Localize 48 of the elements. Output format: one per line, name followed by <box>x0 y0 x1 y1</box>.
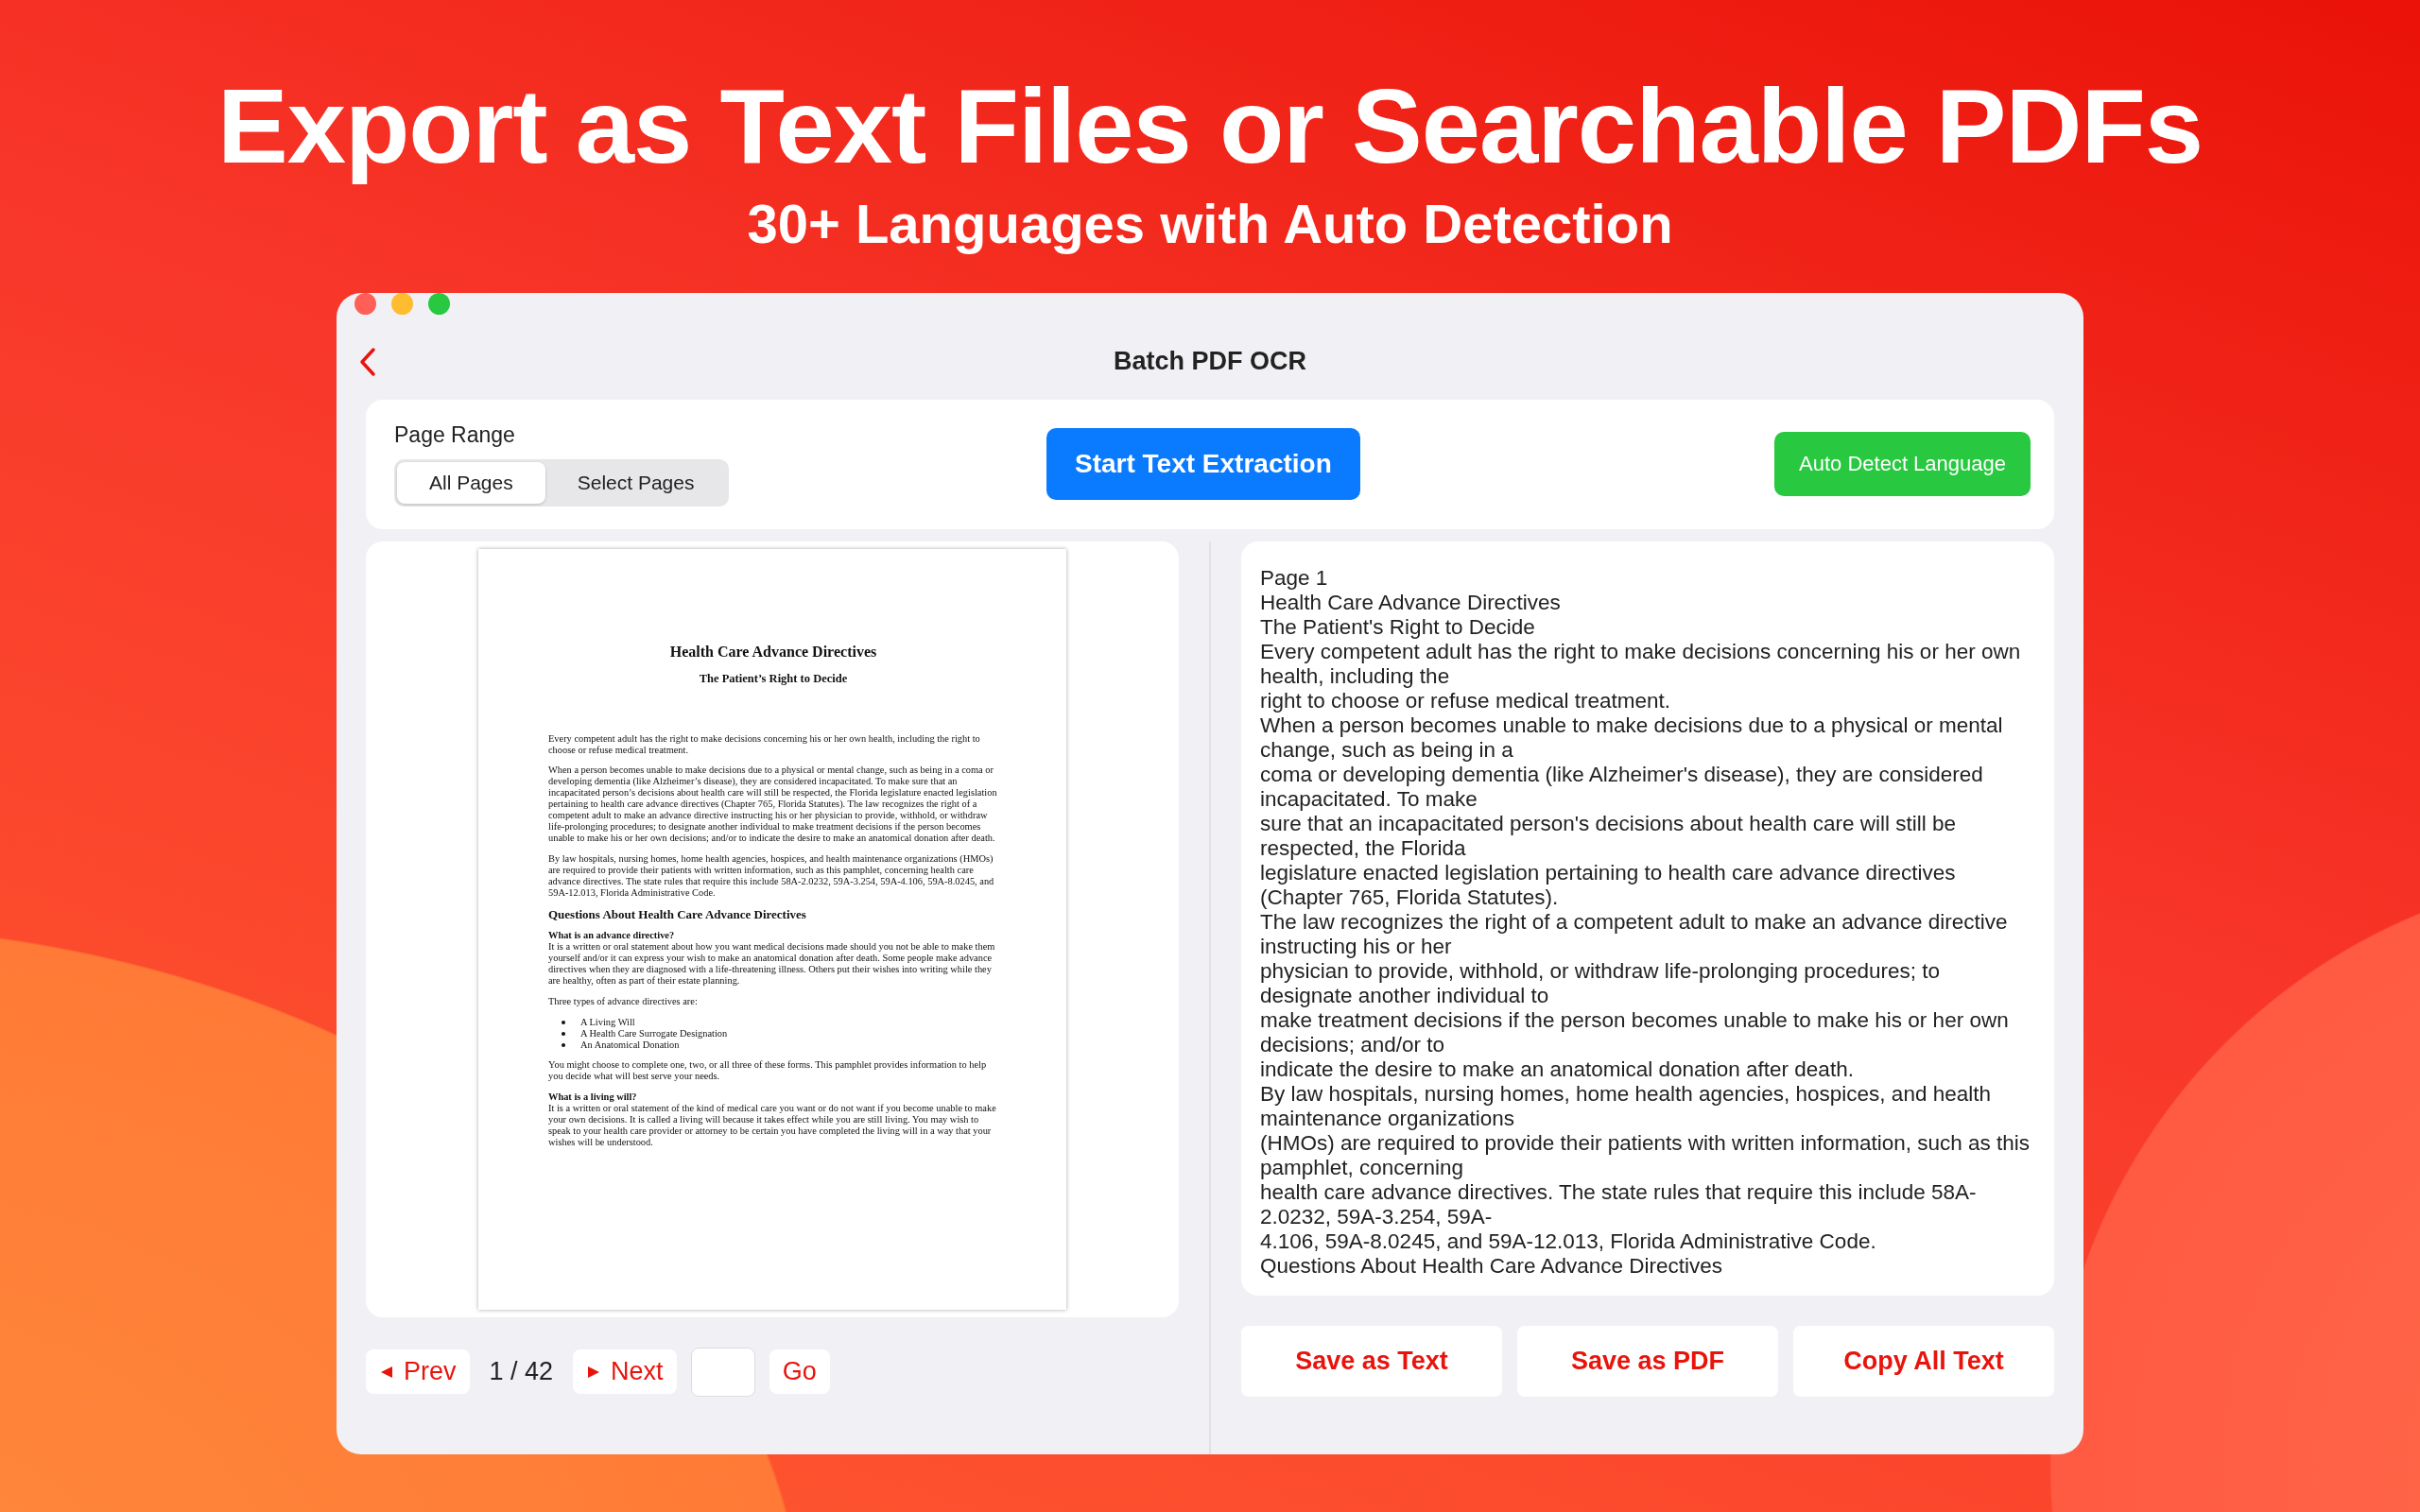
go-button[interactable]: Go <box>769 1349 830 1395</box>
triangle-icon <box>379 1364 394 1380</box>
back-icon[interactable] <box>358 346 377 377</box>
text-line: Page 1 <box>1260 565 1329 591</box>
bullet-icon <box>562 1042 565 1047</box>
document-heading: Questions About Health Care Advance Directives <box>548 907 807 922</box>
start-button[interactable]: Start Text Extraction <box>1046 428 1360 501</box>
segment-option[interactable]: All Pages <box>397 461 545 504</box>
page-number-field[interactable] <box>690 1347 755 1397</box>
page-indicator: 1 / 42 <box>488 1357 555 1387</box>
text-line: The Patient's Right to Decide <box>1260 614 1536 640</box>
prev-button[interactable]: Prev <box>366 1349 470 1395</box>
page-range-label: Page Range <box>394 421 516 448</box>
text-line: indicate the desire to make an anatomical donation after death. <box>1260 1057 1855 1082</box>
document-subtitle: The Patient’s Right to Decide <box>698 672 849 686</box>
action-button[interactable]: Copy All Text <box>1793 1325 2054 1397</box>
document-paragraph: It is a written or oral statement about how you want medical decisions made should you not be able to make them yourself and/or it can express your wish to make an anatomical donation after death. Some people make advance directives when they are diagnosed with a life-threatening illness. Others put their wishes into writing while they are healthy, often as part of their estate planning. <box>548 940 996 987</box>
list-item: An Anatomical Donation <box>580 1039 680 1051</box>
headline: Export as Text Files or Searchable PDFs <box>216 66 2204 187</box>
document-paragraph: By law hospitals, nursing homes, home health agencies, hospices, and health maintenance organizations (HMOs) are required to provide their patients with written information, such as this pamphlet, concerning health care advance directives. The state rules that require this include 58A-2.0232, 59A-3.254, 59A-4.106, 59A-8.0245, and 59A-12.013, Florida Administrative Code. <box>548 853 995 899</box>
action-button[interactable]: Save as Text <box>1241 1325 1502 1397</box>
document-question: What is a living will? <box>548 1091 638 1104</box>
list-item: A Living Will <box>580 1016 635 1028</box>
segment-option[interactable]: Select Pages <box>544 461 727 504</box>
minimize-icon[interactable] <box>391 292 413 315</box>
text-line: health care advance directives. The state rules that require this include 58A-2.0232, 59A-3.254, 59A- <box>1260 1179 1978 1229</box>
document-paragraph: You might choose to complete one, two, or all three of these forms. This pamphlet provides information to help you decide what will best serve your needs. <box>548 1059 988 1083</box>
text-line: 4.106, 59A-8.0245, and 59A-12.013, Florida Administrative Code. <box>1260 1228 1877 1254</box>
document-question: What is an advance directive? <box>548 929 676 941</box>
bullet-icon <box>562 1020 565 1024</box>
text-line: By law hospitals, nursing homes, home health agencies, hospices, and health maintenance organizations <box>1260 1081 1992 1131</box>
close-icon[interactable] <box>354 292 376 315</box>
zoom-icon[interactable] <box>428 292 450 315</box>
document-paragraph: Every competent adult has the right to make decisions concerning his or her own health, including the right to choose or refuse medical treatment. <box>548 732 981 756</box>
document-paragraph: When a person becomes unable to make decisions due to a physical or mental change, such as being in a coma or developing dementia (like Alzheimer’s disease), they are considered incapacitated. To make sure that an incapacitated person’s decisions about health care will still be respected, the Florida legislature enacted legislation pertaining to health care advance directives (Chapter 765, Florida Statutes). The law recognizes the right of a competent adult to make an advance directive instructing his or her physician to provide, withhold, or withdraw life-prolonging procedures; to designate another individual to make treatment decisions if the person becomes unable to make his or her own decisions; and/or to indicate the desire to make an anatomical donation after death. <box>548 765 998 845</box>
text-line: Questions About Health Care Advance Directives <box>1260 1253 1723 1279</box>
text-line: right to choose or refuse medical treatment. <box>1260 688 1671 713</box>
subheadline: 30+ Languages with Auto Detection <box>747 191 1673 255</box>
list-item: A Health Care Surrogate Designation <box>580 1027 728 1040</box>
text-line: legislature enacted legislation pertaining to health care advance directives (Chapter 765, Florida Statutes). <box>1260 860 1957 910</box>
document-title: Health Care Advance Directives <box>668 643 878 662</box>
window-title: Batch PDF OCR <box>1114 347 1306 376</box>
document-paragraph: Three types of advance directives are: <box>548 995 699 1007</box>
text-line: Health Care Advance Directives <box>1260 590 1562 615</box>
next-button[interactable]: Next <box>573 1349 677 1395</box>
action-button[interactable]: Save as PDF <box>1517 1325 1778 1397</box>
document-paragraph: It is a written or oral statement of the kind of medical care you want or do not want if you become unable to make your own decisions. It is called a living will because it takes effect while you are still living. You may wish to speak to your health care provider or attorney to be certain you have completed the living will in a way that your wishes will be understood. <box>548 1103 997 1149</box>
bullet-icon <box>562 1031 565 1036</box>
